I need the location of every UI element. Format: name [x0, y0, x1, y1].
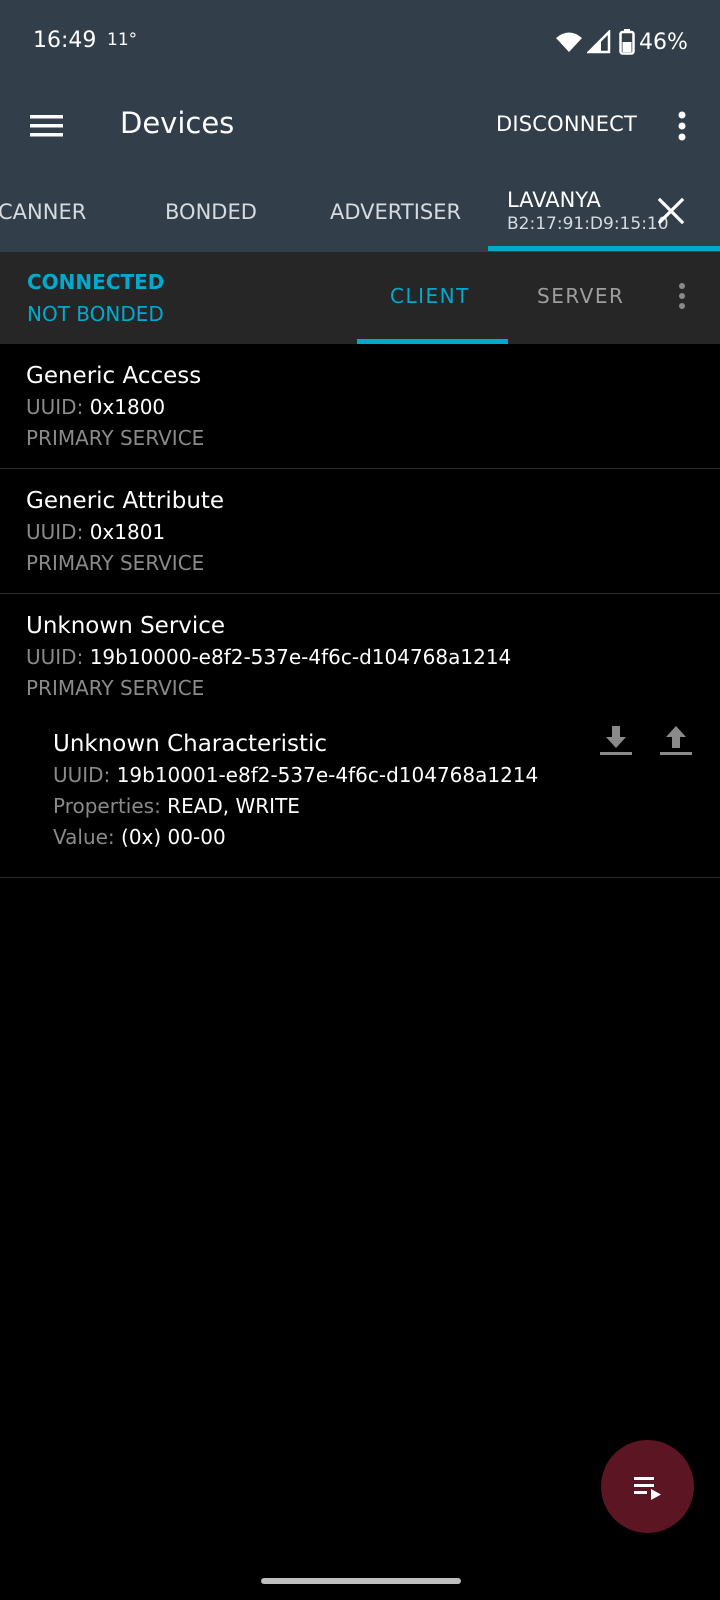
status-bar: 16:49 11° 46%: [0, 0, 720, 80]
service-uuid: 19b10000-e8f2-537e-4f6c-d104768a1214: [89, 645, 512, 669]
connection-overflow-icon[interactable]: [672, 280, 692, 312]
characteristic-uuid-row: UUID: 19b10001-e8f2-537e-4f6c-d104768a12…: [53, 760, 694, 791]
connection-bar: CONNECTED NOT BONDED CLIENT SERVER: [0, 252, 720, 344]
value-label: Value:: [53, 825, 115, 849]
uuid-label: UUID:: [53, 763, 111, 787]
service-item[interactable]: Unknown Service UUID: 19b10000-e8f2-537e…: [0, 594, 720, 878]
menu-icon[interactable]: [28, 106, 68, 146]
status-time: 16:49: [33, 28, 97, 53]
write-upload-icon[interactable]: [658, 722, 694, 758]
tab-server[interactable]: SERVER: [537, 284, 624, 308]
page-title: Devices: [120, 106, 235, 140]
characteristic-value-row: Value: (0x) 00-00: [53, 822, 694, 853]
status-temperature: 11°: [107, 30, 138, 50]
playlist-play-icon: [633, 1476, 661, 1500]
characteristic-item[interactable]: Unknown Characteristic UUID: 19b10001-e8…: [26, 726, 694, 863]
service-item[interactable]: Generic Attribute UUID: 0x1801 PRIMARY S…: [0, 469, 720, 594]
active-tab-indicator: [488, 246, 720, 251]
tab-bonded[interactable]: BONDED: [165, 200, 257, 224]
tab-device[interactable]: LAVANYA B2:17:91:D9:15:10: [488, 176, 720, 252]
service-name: Generic Attribute: [26, 488, 225, 514]
service-uuid-row: UUID: 0x1800: [26, 392, 694, 423]
characteristic-value: (0x) 00-00: [121, 825, 226, 849]
overflow-menu-icon[interactable]: [670, 108, 694, 144]
characteristic-properties-row: Properties: READ, WRITE: [53, 791, 694, 822]
device-name: LAVANYA: [507, 188, 601, 212]
device-mac-address: B2:17:91:D9:15:10: [507, 214, 669, 234]
uuid-label: UUID:: [26, 520, 84, 544]
service-item[interactable]: Generic Access UUID: 0x1800 PRIMARY SERV…: [0, 344, 720, 469]
close-icon[interactable]: [656, 196, 686, 226]
disconnect-button[interactable]: DISCONNECT: [496, 112, 637, 136]
properties-label: Properties:: [53, 794, 161, 818]
device-tabs: CANNER BONDED ADVERTISER LAVANYA B2:17:9…: [0, 176, 720, 252]
tab-client[interactable]: CLIENT: [390, 284, 470, 308]
characteristic-properties: READ, WRITE: [167, 794, 300, 818]
tab-scanner[interactable]: CANNER: [0, 200, 86, 224]
characteristic-actions: [598, 722, 694, 758]
service-type: PRIMARY SERVICE: [26, 551, 205, 575]
signal-icon: [587, 30, 611, 54]
toolbar: Devices DISCONNECT: [0, 92, 720, 162]
battery-percentage: 46%: [639, 29, 688, 55]
wifi-icon: [556, 32, 582, 52]
system-icons: 46%: [555, 28, 688, 56]
characteristic-uuid: 19b10001-e8f2-537e-4f6c-d104768a1214: [116, 763, 539, 787]
log-fab-button[interactable]: [601, 1440, 694, 1533]
service-name: Generic Access: [26, 363, 202, 389]
uuid-label: UUID:: [26, 395, 84, 419]
service-type: PRIMARY SERVICE: [26, 676, 205, 700]
battery-icon: [619, 29, 635, 55]
service-uuid-row: UUID: 0x1801: [26, 517, 694, 548]
bond-status: NOT BONDED: [27, 302, 164, 326]
tab-advertiser[interactable]: ADVERTISER: [330, 200, 461, 224]
uuid-label: UUID:: [26, 645, 84, 669]
read-download-icon[interactable]: [598, 722, 634, 758]
home-indicator[interactable]: [261, 1578, 461, 1584]
service-name: Unknown Service: [26, 613, 226, 639]
service-uuid: 0x1801: [89, 520, 166, 544]
service-type: PRIMARY SERVICE: [26, 426, 205, 450]
service-list: Generic Access UUID: 0x1800 PRIMARY SERV…: [0, 344, 720, 878]
service-uuid: 0x1800: [89, 395, 166, 419]
app-bar: 16:49 11° 46% Devices DISCONNECT CANNER …: [0, 0, 720, 252]
service-uuid-row: UUID: 19b10000-e8f2-537e-4f6c-d104768a12…: [26, 642, 694, 673]
connection-status: CONNECTED: [27, 270, 165, 294]
